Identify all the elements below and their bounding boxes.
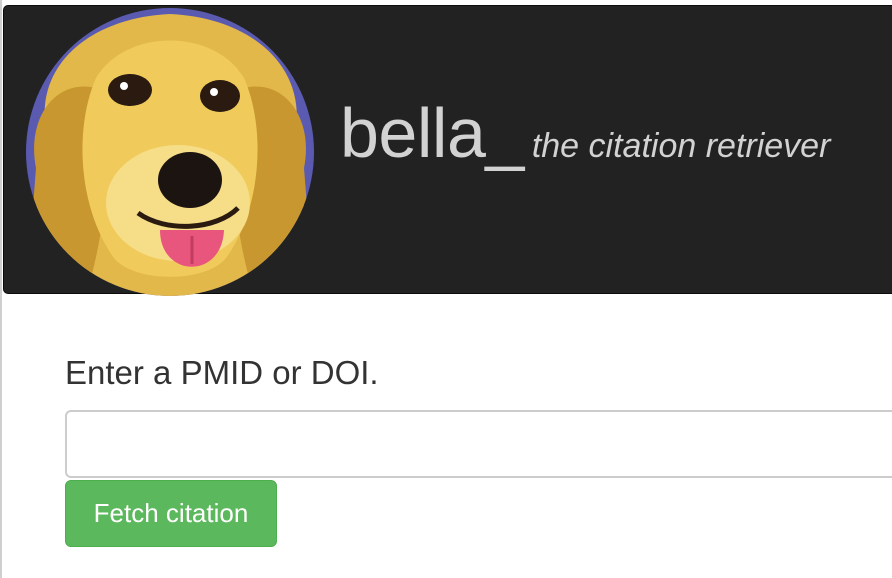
input-prompt-label: Enter a PMID or DOI. bbox=[65, 354, 379, 391]
page: bella_ the citation retriever Enter a PMI… bbox=[0, 0, 892, 578]
brand-name: bella_ bbox=[340, 94, 524, 172]
pmid-doi-input[interactable] bbox=[65, 410, 892, 478]
site-title: bella_ the citation retriever bbox=[340, 92, 830, 174]
dog-logo-icon bbox=[26, 8, 314, 296]
fetch-citation-button[interactable]: Fetch citation bbox=[65, 480, 277, 547]
header-banner: bella_ the citation retriever bbox=[3, 5, 892, 296]
page-edge-divider bbox=[0, 0, 2, 578]
tagline: the citation retriever bbox=[531, 127, 831, 165]
